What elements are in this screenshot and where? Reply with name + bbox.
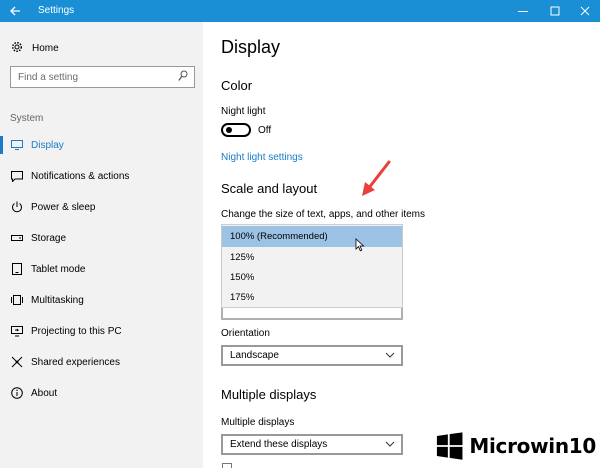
storage-icon <box>10 234 24 242</box>
color-section-title: Color <box>221 78 253 93</box>
title-bar: Settings <box>0 0 600 22</box>
notification-icon <box>10 170 24 182</box>
minimize-icon <box>518 11 528 12</box>
gear-icon <box>10 41 24 56</box>
sidebar-item-storage[interactable]: Storage <box>0 228 203 248</box>
back-button[interactable] <box>0 0 30 22</box>
maximize-button[interactable] <box>540 0 570 22</box>
sidebar-item-notifications[interactable]: Notifications & actions <box>0 166 203 186</box>
orientation-label: Orientation <box>221 328 270 339</box>
projecting-icon <box>10 325 24 337</box>
scale-dropdown-list[interactable]: 100% (Recommended) 125% 150% 175% <box>221 224 403 308</box>
watermark: Microwin10 <box>436 428 596 464</box>
multiple-displays-label: Multiple displays <box>221 417 295 428</box>
mouse-cursor-icon <box>355 238 365 252</box>
annotation-arrow-icon <box>362 160 391 196</box>
close-button[interactable] <box>570 0 600 22</box>
multiple-displays-select[interactable]: Extend these displays <box>221 434 403 455</box>
sidebar-item-label: Notifications & actions <box>31 170 130 182</box>
search-box[interactable] <box>10 66 195 88</box>
sidebar-item-label: Power & sleep <box>31 201 96 213</box>
multiple-displays-value: Extend these displays <box>230 439 328 450</box>
scale-option-175[interactable]: 175% <box>222 287 402 308</box>
toggle-knob <box>226 127 232 133</box>
sidebar-item-label: Display <box>31 139 64 151</box>
sidebar-item-label: Shared experiences <box>31 356 120 368</box>
chevron-down-icon <box>385 441 395 447</box>
window-title: Settings <box>38 5 75 16</box>
maximize-icon <box>550 6 560 16</box>
home-link[interactable]: Home <box>10 41 59 55</box>
windows-logo-icon <box>436 432 463 460</box>
sidebar-item-power[interactable]: Power & sleep <box>0 197 203 217</box>
night-light-settings-link[interactable]: Night light settings <box>221 152 303 163</box>
sidebar-item-about[interactable]: About <box>0 383 203 403</box>
power-icon <box>10 201 24 213</box>
orientation-value: Landscape <box>230 350 279 361</box>
tablet-icon <box>10 263 24 275</box>
sidebar-item-display[interactable]: Display <box>0 135 203 155</box>
scale-section-title: Scale and layout <box>221 181 318 196</box>
sidebar-item-label: Storage <box>31 232 67 244</box>
night-light-toggle[interactable] <box>221 123 251 137</box>
monitor-icon <box>10 140 24 150</box>
sidebar-item-multitasking[interactable]: Multitasking <box>0 290 203 310</box>
sidebar-item-label: Tablet mode <box>31 263 86 275</box>
sidebar: Home System Display Notifications & acti… <box>0 22 203 468</box>
system-group-label: System <box>10 113 44 124</box>
shared-icon <box>10 356 24 368</box>
search-input[interactable] <box>11 67 171 88</box>
chevron-down-icon <box>385 352 395 358</box>
scale-option-125[interactable]: 125% <box>222 247 402 268</box>
scale-option-150[interactable]: 150% <box>222 267 402 288</box>
search-icon[interactable] <box>178 70 188 82</box>
night-light-label: Night light <box>221 106 266 117</box>
sidebar-item-tablet[interactable]: Tablet mode <box>0 259 203 279</box>
sidebar-item-projecting[interactable]: Projecting to this PC <box>0 321 203 341</box>
sidebar-item-label: Multitasking <box>31 294 84 306</box>
main-content: Display Color Night light Off Night ligh… <box>203 22 600 468</box>
info-icon <box>10 387 24 399</box>
sidebar-item-label: Projecting to this PC <box>31 325 122 337</box>
sidebar-item-label: About <box>31 387 58 399</box>
home-label: Home <box>32 42 59 54</box>
night-light-state: Off <box>258 125 272 136</box>
checkbox[interactable] <box>222 463 232 468</box>
orientation-select[interactable]: Landscape <box>221 345 403 366</box>
scale-option-100[interactable]: 100% (Recommended) <box>222 226 402 247</box>
minimize-button[interactable] <box>508 0 538 22</box>
multitasking-icon <box>10 295 24 305</box>
watermark-text: Microwin10 <box>469 434 596 458</box>
scale-select-underlay <box>221 308 403 320</box>
back-arrow-icon <box>9 6 20 16</box>
page-title: Display <box>221 37 281 57</box>
close-icon <box>580 6 590 16</box>
multiple-displays-section-title: Multiple displays <box>221 387 317 402</box>
sidebar-item-shared[interactable]: Shared experiences <box>0 352 203 372</box>
scale-label: Change the size of text, apps, and other… <box>221 209 426 220</box>
